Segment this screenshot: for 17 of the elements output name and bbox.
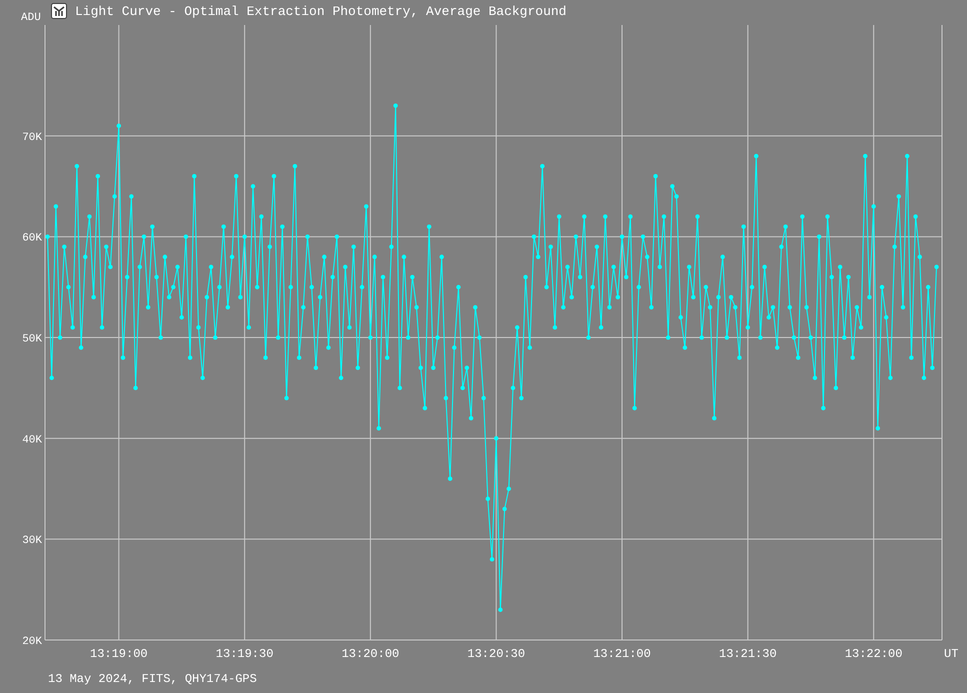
- axis-label: 13:21:30: [719, 647, 777, 661]
- axis-label: 60K: [22, 232, 42, 245]
- axis-label: 70K: [22, 132, 42, 144]
- footer-text: 13 May 2024, FITS, QHY174-GPS: [48, 671, 257, 688]
- axis-label: 13:22:00: [844, 647, 902, 661]
- axis-label: 13:20:00: [342, 647, 400, 661]
- axis-label: 13:19:30: [216, 647, 274, 661]
- window-title: Light Curve - Optimal Extraction Photometry, Average Background: [75, 4, 566, 18]
- axis-label: 30K: [22, 535, 42, 548]
- axis-label: 20K: [22, 636, 42, 648]
- axis-label: 13:20:30: [467, 647, 526, 661]
- axis-title: UT: [944, 647, 958, 661]
- axis-label: 50K: [22, 334, 42, 346]
- axis-label: 13:19:00: [90, 647, 148, 661]
- axis-label: 13:21:00: [593, 647, 651, 661]
- axis-label: 40K: [22, 434, 42, 446]
- axis-title: ADU: [21, 13, 42, 24]
